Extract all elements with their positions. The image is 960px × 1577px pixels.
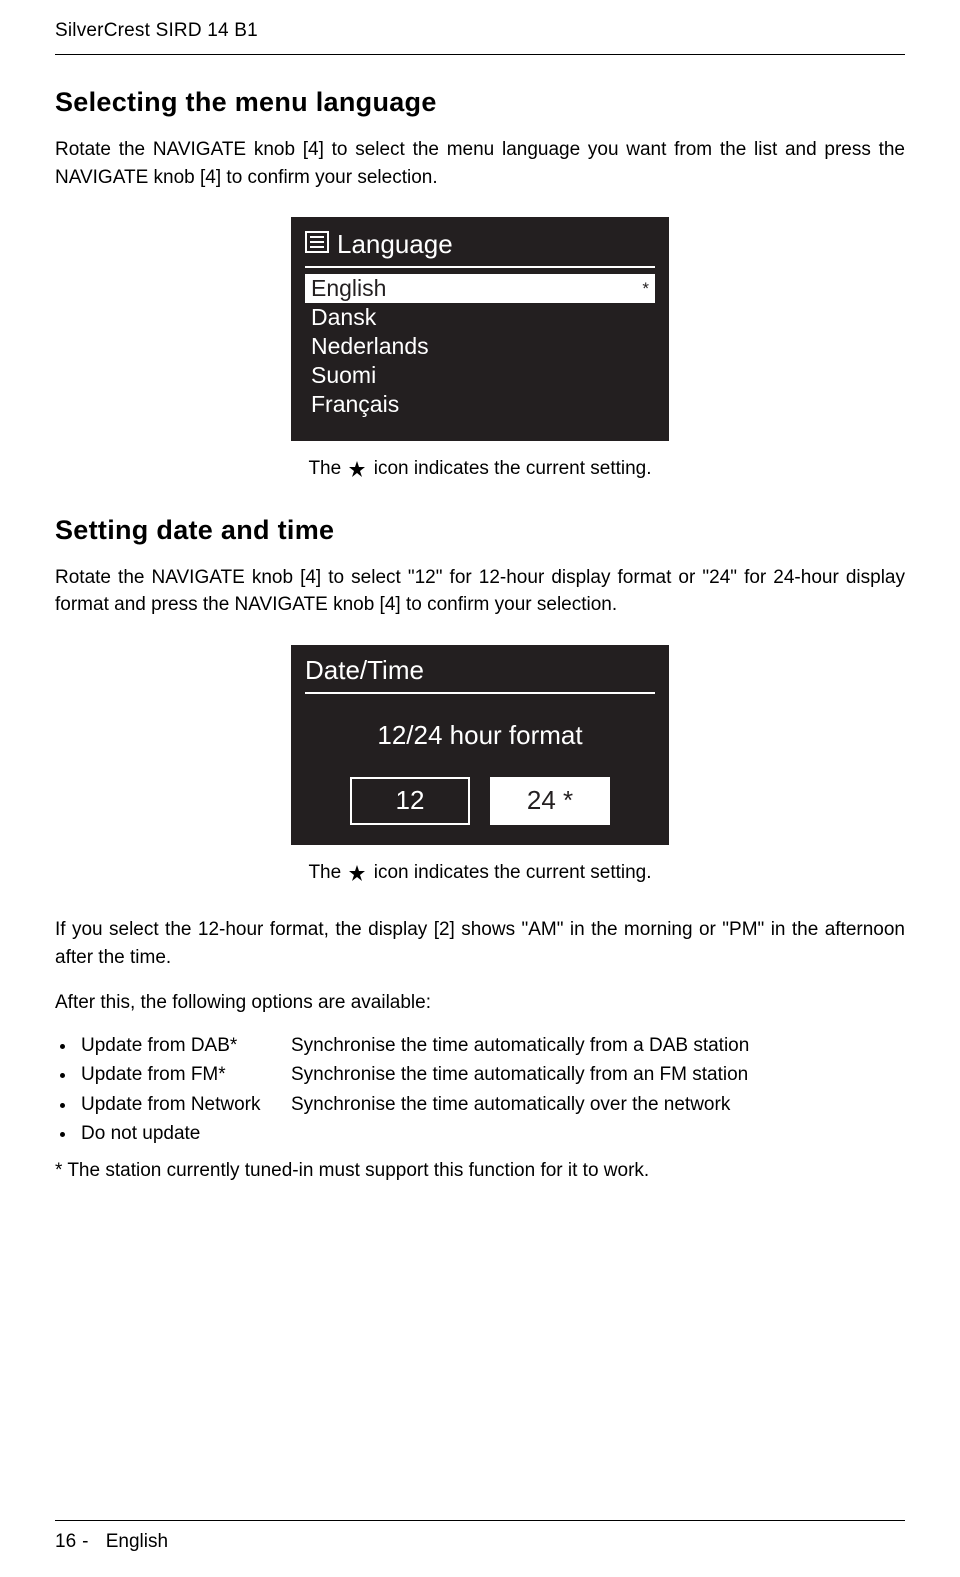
caption-current-setting-1: The icon indicates the current setting. [55,455,905,483]
lang-label: Français [311,391,399,418]
dt-buttons: 12 24 * [305,777,655,825]
dt-option-24: 24 * [490,777,610,825]
list-item: Do not update [77,1119,905,1148]
lang-item-suomi: Suomi [305,361,655,390]
screenshot-datetime: Date/Time 12/24 hour format 12 24 * [291,645,669,845]
page-footer: 16 - English [55,1520,905,1553]
caption-current-setting-2: The icon indicates the current setting. [55,859,905,887]
list-item: Update from DAB*Synchronise the time aut… [77,1031,905,1060]
update-options-list: Update from DAB*Synchronise the time aut… [55,1031,905,1149]
product-name: SilverCrest SIRD 14 B1 [55,20,258,41]
list-icon [305,231,329,258]
lang-label: Nederlands [311,333,429,360]
star-icon [346,862,368,883]
lang-item-english: English * [305,274,655,303]
list-item: Update from FM*Synchronise the time auto… [77,1060,905,1089]
page-header: SilverCrest SIRD 14 B1 [55,20,905,55]
list-item: Update from NetworkSynchronise the time … [77,1090,905,1119]
footer-sep: - [82,1531,88,1553]
lang-label: Suomi [311,362,376,389]
selected-marker: * [642,279,649,299]
footer-lang: English [106,1531,168,1553]
page-number: 16 [55,1531,76,1553]
dt-option-12: 12 [350,777,470,825]
heading-menu-language: Selecting the menu language [55,87,905,118]
para-menu-language: Rotate the NAVIGATE knob [4] to select t… [55,136,905,191]
dt-title: Date/Time [305,655,655,694]
lang-title-row: Language [305,229,655,268]
lang-item-dansk: Dansk [305,303,655,332]
lang-label: English [311,275,386,302]
heading-date-time: Setting date and time [55,515,905,546]
lang-title: Language [337,229,453,260]
lang-item-francais: Français [305,390,655,419]
lang-label: Dansk [311,304,376,331]
para-options-intro: After this, the following options are av… [55,989,905,1017]
para-12hour-note: If you select the 12-hour format, the di… [55,916,905,971]
footnote: * The station currently tuned-in must su… [55,1157,905,1185]
screenshot-language: Language English * Dansk Nederlands Suom… [291,217,669,441]
para-date-time: Rotate the NAVIGATE knob [4] to select "… [55,564,905,619]
dt-subtitle: 12/24 hour format [305,720,655,751]
lang-item-nederlands: Nederlands [305,332,655,361]
star-icon [346,458,368,479]
